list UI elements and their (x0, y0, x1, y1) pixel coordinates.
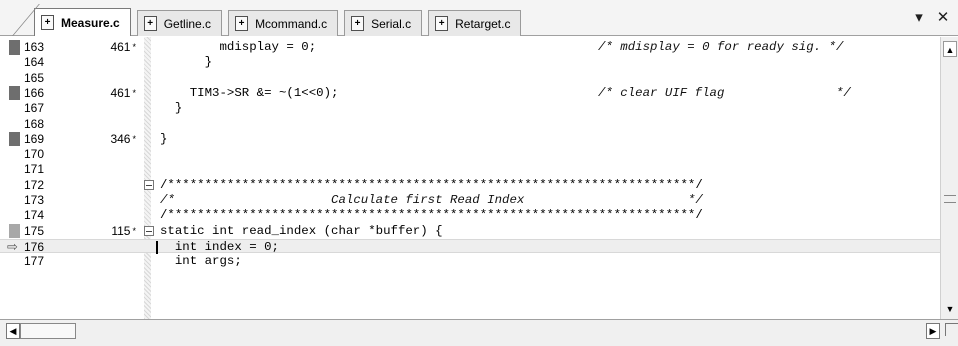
execution-count: 461 * (70, 40, 136, 55)
line-number: 165 (24, 70, 45, 85)
code-text: mdisplay = 0; (160, 40, 317, 54)
execution-count: 461 * (70, 86, 136, 101)
code-text: int index = 0; (160, 239, 279, 254)
code-line[interactable]: 175 115 * static int read_index (char *buff… (0, 223, 940, 239)
tab-controls: ▾ ✕ (912, 8, 950, 26)
text-caret (156, 240, 158, 254)
line-number: 173 (24, 193, 45, 207)
tab-getline-c[interactable]: + Getline.c (136, 10, 223, 36)
line-number: 172 (24, 177, 45, 192)
vertical-scrollbar[interactable]: ▲ ▼ (940, 37, 958, 319)
code-text: int args; (160, 254, 242, 269)
tab-mcommand-c[interactable]: + Mcommand.c (228, 10, 339, 36)
tab-label: Getline.c (163, 16, 212, 31)
line-number: 166 (24, 85, 45, 100)
execution-count-value: 346 (110, 131, 131, 146)
line-number: 171 (24, 162, 45, 177)
tab-strip-lead (0, 8, 34, 36)
execution-count: 115 * (70, 224, 136, 239)
scroll-right-button[interactable]: ▶ (926, 323, 940, 339)
code-comment: /* mdisplay = 0 for ready sig. */ (598, 40, 844, 54)
tab-label: Retarget.c (455, 16, 511, 31)
code-line[interactable]: 167 } (0, 101, 940, 116)
code-line[interactable]: 168 (0, 117, 940, 132)
coverage-marker (9, 131, 20, 147)
line-number: 169 (24, 131, 45, 146)
source-file-icon: + (351, 16, 365, 31)
source-file-icon: + (435, 16, 449, 31)
file-tab-bar: + Measure.c + Getline.c + Mcommand.c + Serial.c… (0, 0, 958, 36)
tab-label: Measure.c (61, 15, 120, 30)
line-number: 163 (24, 40, 45, 54)
code-line[interactable]: 171 (0, 162, 940, 177)
code-text: /***************************************… (160, 208, 703, 223)
line-number: 170 (24, 147, 45, 162)
scroll-down-button[interactable]: ▼ (943, 301, 957, 317)
current-line-arrow-icon: ⇨ (7, 238, 18, 254)
scroll-left-button[interactable]: ◀ (6, 323, 20, 339)
code-line[interactable]: 177 int args; (0, 254, 940, 269)
close-icon[interactable]: ✕ (936, 8, 950, 26)
code-line[interactable]: 174 /************************************… (0, 208, 940, 223)
execution-count-suffix: * (132, 225, 136, 236)
execution-count-value: 461 (110, 40, 131, 54)
tab-strip: + Measure.c + Getline.c + Mcommand.c + Serial.c… (0, 8, 527, 36)
code-line[interactable]: 169 346 *} (0, 131, 940, 147)
line-number: 174 (24, 208, 45, 223)
code-comment: /* clear UIF flag */ (598, 85, 851, 100)
code-line[interactable]: 173 /* Calculate first Read Index */ (0, 193, 940, 208)
execution-count-value: 461 (110, 85, 131, 100)
code-editor[interactable]: 163 461 * mdisplay = 0;/* mdisplay = 0 for… (0, 37, 940, 319)
line-number: 164 (24, 55, 45, 70)
scroll-up-button[interactable]: ▲ (943, 41, 957, 57)
code-line[interactable]: 172 /************************************… (0, 178, 940, 193)
tab-dropdown-icon[interactable]: ▾ (912, 8, 926, 26)
code-text: } (160, 101, 183, 116)
code-text: static int read_index (char *buffer) { (160, 223, 443, 238)
execution-count-value: 115 (111, 223, 131, 238)
execution-count-suffix: * (132, 42, 136, 52)
line-number: 167 (24, 101, 45, 116)
code-text: /***************************************… (160, 177, 703, 192)
fold-toggle-icon[interactable] (144, 179, 154, 190)
code-line[interactable]: 166 461 * TIM3->SR &= ~(1<<0); /* clear UIF… (0, 85, 940, 101)
coverage-marker (9, 85, 20, 101)
line-number: 177 (24, 254, 45, 269)
tab-label: Mcommand.c (255, 16, 328, 31)
line-number: 175 (24, 223, 45, 238)
source-file-icon: + (143, 16, 157, 31)
line-number: 168 (24, 116, 45, 131)
code-line[interactable]: ⇨ 176 int index = 0; (0, 238, 940, 254)
source-file-icon: + (41, 15, 54, 30)
tab-measure-c[interactable]: + Measure.c (34, 8, 131, 36)
horizontal-scrollbar[interactable]: ◀ ▶ (0, 319, 958, 346)
scroll-thumb-horizontal[interactable] (20, 323, 76, 339)
code-line[interactable]: 165 (0, 71, 940, 86)
execution-count-suffix: * (132, 133, 136, 144)
tab-label: Serial.c (371, 16, 412, 31)
scroll-thumb-vertical[interactable] (944, 195, 956, 203)
code-line[interactable]: 164 } (0, 55, 940, 70)
fold-toggle-icon[interactable] (144, 225, 154, 236)
code-line[interactable]: 170 (0, 147, 940, 162)
coverage-marker (9, 223, 20, 239)
code-text: TIM3->SR &= ~(1<<0); (160, 85, 339, 100)
execution-count-suffix: * (132, 87, 136, 98)
code-line[interactable]: 163 461 * mdisplay = 0; /* mdisplay = 0 for… (0, 40, 940, 55)
code-text: /* Calculate first Read Index */ (160, 193, 703, 207)
resize-corner (942, 320, 958, 346)
source-file-icon: + (235, 16, 249, 31)
tab-serial-c[interactable]: + Serial.c (344, 10, 423, 36)
tab-retarget-c[interactable]: + Retarget.c (428, 10, 522, 36)
execution-count: 346 * (70, 132, 136, 147)
coverage-marker (9, 40, 20, 55)
code-text: } (160, 55, 213, 70)
code-text: } (160, 131, 168, 146)
line-number: 176 (24, 239, 45, 254)
